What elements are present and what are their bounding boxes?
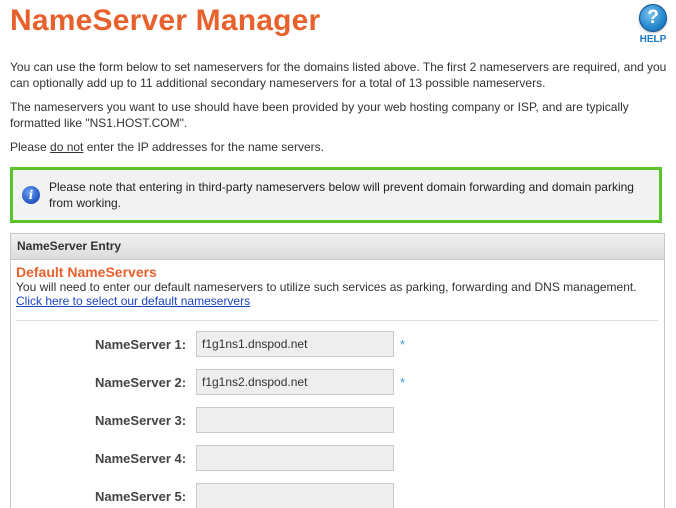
nameserver-5-input[interactable] [196, 483, 394, 508]
nameserver-2-input[interactable] [196, 369, 394, 395]
nameserver-label: NameServer 1: [95, 337, 187, 352]
nameserver-1-input[interactable] [196, 331, 394, 357]
nameserver-manager-page: NameServer Manager ? HELP You can use th… [0, 0, 676, 508]
nameserver-row-2: NameServer 2: * [11, 369, 664, 397]
nameserver-label: NameServer 4: [95, 451, 187, 466]
default-nameservers-description: You will need to enter our default names… [16, 280, 637, 294]
select-default-nameservers-link[interactable]: Click here to select our default nameser… [16, 294, 250, 308]
question-mark-icon[interactable]: ? [639, 4, 667, 32]
forwarding-warning-notice: i Please note that entering in third-par… [10, 167, 662, 223]
nameserver-row-5: NameServer 5: [11, 483, 664, 508]
help-button[interactable]: ? HELP [636, 4, 670, 45]
nameserver-4-input[interactable] [196, 445, 394, 471]
nameserver-row-1: NameServer 1: * [11, 331, 664, 359]
intro-paragraph-1: You can use the form below to set namese… [10, 60, 667, 90]
page-title: NameServer Manager [10, 4, 321, 37]
help-label[interactable]: HELP [636, 34, 670, 45]
intro-paragraph-3-emphasis: do not [50, 140, 84, 154]
notice-text: Please note that entering in third-party… [49, 180, 634, 210]
nameserver-entry-panel: NameServer Entry Default NameServers You… [10, 233, 665, 508]
nameserver-row-4: NameServer 4: [11, 445, 664, 473]
required-asterisk: * [400, 375, 406, 390]
intro-paragraph-3-after: enter the IP addresses for the name serv… [83, 140, 324, 154]
intro-paragraph-2: The nameservers you want to use should h… [10, 100, 629, 130]
nameserver-label: NameServer 2: [95, 375, 187, 390]
panel-header: NameServer Entry [11, 234, 664, 260]
intro-paragraph-3: Please do not enter the IP addresses for… [10, 139, 670, 155]
required-asterisk: * [400, 337, 406, 352]
info-icon: i [22, 186, 40, 204]
nameserver-label: NameServer 5: [95, 489, 187, 504]
section-divider [16, 320, 658, 321]
nameserver-row-3: NameServer 3: [11, 407, 664, 435]
nameserver-label: NameServer 3: [95, 413, 187, 428]
nameserver-3-input[interactable] [196, 407, 394, 433]
intro-paragraph-3-before: Please [10, 140, 51, 154]
default-nameservers-title: Default NameServers [16, 264, 157, 280]
